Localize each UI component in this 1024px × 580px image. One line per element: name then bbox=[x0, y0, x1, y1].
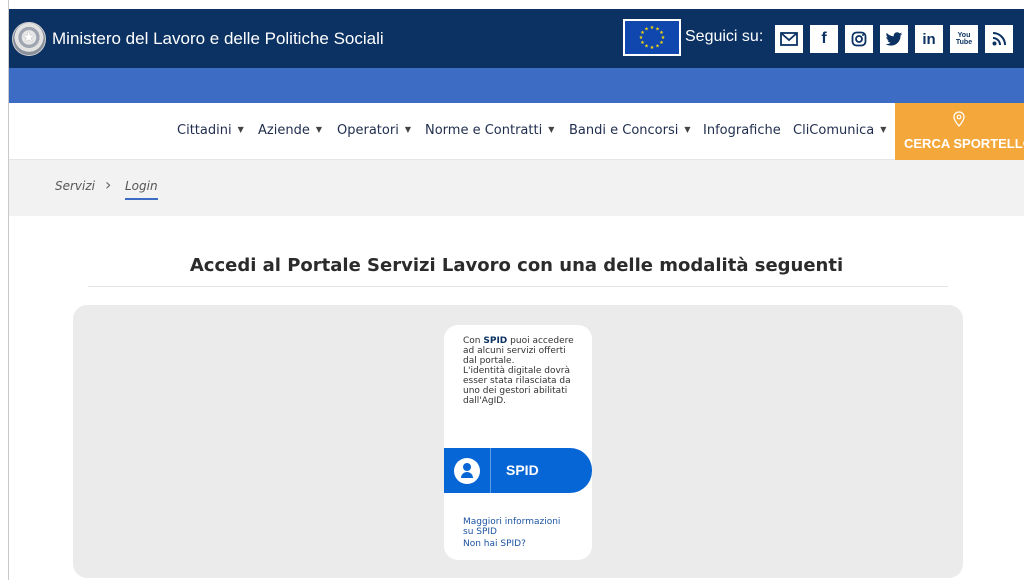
spid-desc-second: L'identità digitale dovrà esser stata ri… bbox=[463, 366, 571, 406]
breadcrumb: Servizi › Login bbox=[9, 160, 1024, 216]
breadcrumb-item-servizi[interactable]: Servizi bbox=[55, 179, 95, 193]
caret-down-icon: ▼ bbox=[237, 125, 244, 134]
main-nav: Cittadini ▼ Aziende ▼ Operatori ▼ Norme e C… bbox=[9, 103, 1024, 160]
location-pin-icon bbox=[953, 111, 965, 127]
linkedin-icon[interactable]: in bbox=[915, 25, 943, 53]
nav-item-label: Infografiche bbox=[703, 123, 781, 138]
spid-desc-prefix: Con bbox=[463, 336, 481, 346]
svg-text:★: ★ bbox=[644, 27, 649, 33]
spid-desc-strong: SPID bbox=[483, 336, 508, 346]
breadcrumb-item-login: Login bbox=[125, 179, 158, 200]
caret-down-icon: ▼ bbox=[684, 125, 691, 134]
spid-login-button[interactable]: SPID bbox=[444, 448, 592, 493]
nav-item-label: CliComunica bbox=[793, 123, 875, 138]
nav-item-aziende[interactable]: Aziende ▼ bbox=[258, 123, 322, 138]
nav-item-label: Operatori bbox=[337, 123, 399, 138]
user-icon bbox=[454, 458, 480, 484]
nav-item-bandi-e-concorsi[interactable]: Bandi e Concorsi ▼ bbox=[569, 123, 691, 138]
facebook-icon[interactable]: f bbox=[810, 25, 838, 53]
facebook-glyph: f bbox=[821, 30, 827, 47]
caret-down-icon: ▼ bbox=[315, 125, 322, 134]
instagram-icon[interactable] bbox=[845, 25, 873, 53]
nav-item-label: Norme e Contratti bbox=[425, 123, 543, 138]
nav-item-label: Aziende bbox=[258, 123, 310, 138]
no-spid-link[interactable]: Non hai SPID? bbox=[463, 539, 526, 549]
top-header: Ministero del Lavoro e delle Politiche S… bbox=[9, 9, 1024, 68]
caret-down-icon: ▼ bbox=[880, 125, 887, 134]
svg-text:★: ★ bbox=[644, 44, 649, 50]
eu-flag-icon: ★ ★ ★ ★ ★ ★ ★ ★ ★ ★ ★ ★ bbox=[623, 19, 681, 56]
cerca-sportello-label: CERCA SPORTELLO bbox=[904, 136, 1024, 151]
button-divider bbox=[490, 448, 491, 493]
caret-down-icon: ▼ bbox=[404, 125, 411, 134]
follow-us-label: Seguici su: bbox=[685, 28, 764, 45]
nav-item-operatori[interactable]: Operatori ▼ bbox=[337, 123, 411, 138]
rss-icon[interactable] bbox=[985, 25, 1013, 53]
nav-item-cittadini[interactable]: Cittadini ▼ bbox=[177, 123, 244, 138]
nav-item-infografiche[interactable]: Infografiche bbox=[703, 123, 781, 138]
twitter-icon[interactable] bbox=[880, 25, 908, 53]
chevron-right-icon: › bbox=[105, 175, 112, 194]
svg-text:★: ★ bbox=[650, 45, 655, 51]
nav-item-label: Cittadini bbox=[177, 123, 232, 138]
spid-more-info-link[interactable]: Maggiori informazioni su SPID bbox=[463, 517, 573, 537]
svg-text:★: ★ bbox=[655, 44, 660, 50]
svg-text:★: ★ bbox=[659, 40, 664, 46]
email-icon[interactable] bbox=[775, 25, 803, 53]
screenshot-border-top bbox=[0, 0, 1024, 9]
italian-republic-emblem-icon[interactable] bbox=[12, 21, 46, 56]
ministry-title[interactable]: Ministero del Lavoro e delle Politiche S… bbox=[52, 29, 384, 49]
youtube-icon[interactable]: You Tube bbox=[950, 25, 978, 53]
page-title: Accedi al Portale Servizi Lavoro con una… bbox=[189, 255, 844, 276]
spid-login-card: Con SPID puoi accedere ad alcuni servizi… bbox=[444, 325, 592, 560]
nav-item-label: Bandi e Concorsi bbox=[569, 123, 679, 138]
linkedin-glyph: in bbox=[922, 30, 936, 48]
screenshot-border-left bbox=[0, 0, 9, 580]
cerca-sportello-button[interactable]: CERCA SPORTELLO bbox=[895, 103, 1024, 160]
youtube-glyph: You Tube bbox=[955, 32, 973, 46]
nav-item-norme-e-contratti[interactable]: Norme e Contratti ▼ bbox=[425, 123, 554, 138]
spid-description: Con SPID puoi accedere ad alcuni servizi… bbox=[463, 336, 581, 406]
svg-text:★: ★ bbox=[650, 25, 655, 31]
caret-down-icon: ▼ bbox=[548, 125, 555, 134]
nav-item-clicomunica[interactable]: CliComunica ▼ bbox=[793, 123, 886, 138]
heading-divider bbox=[88, 286, 948, 287]
spid-button-label: SPID bbox=[506, 462, 539, 478]
secondary-header-bar bbox=[9, 68, 1024, 103]
